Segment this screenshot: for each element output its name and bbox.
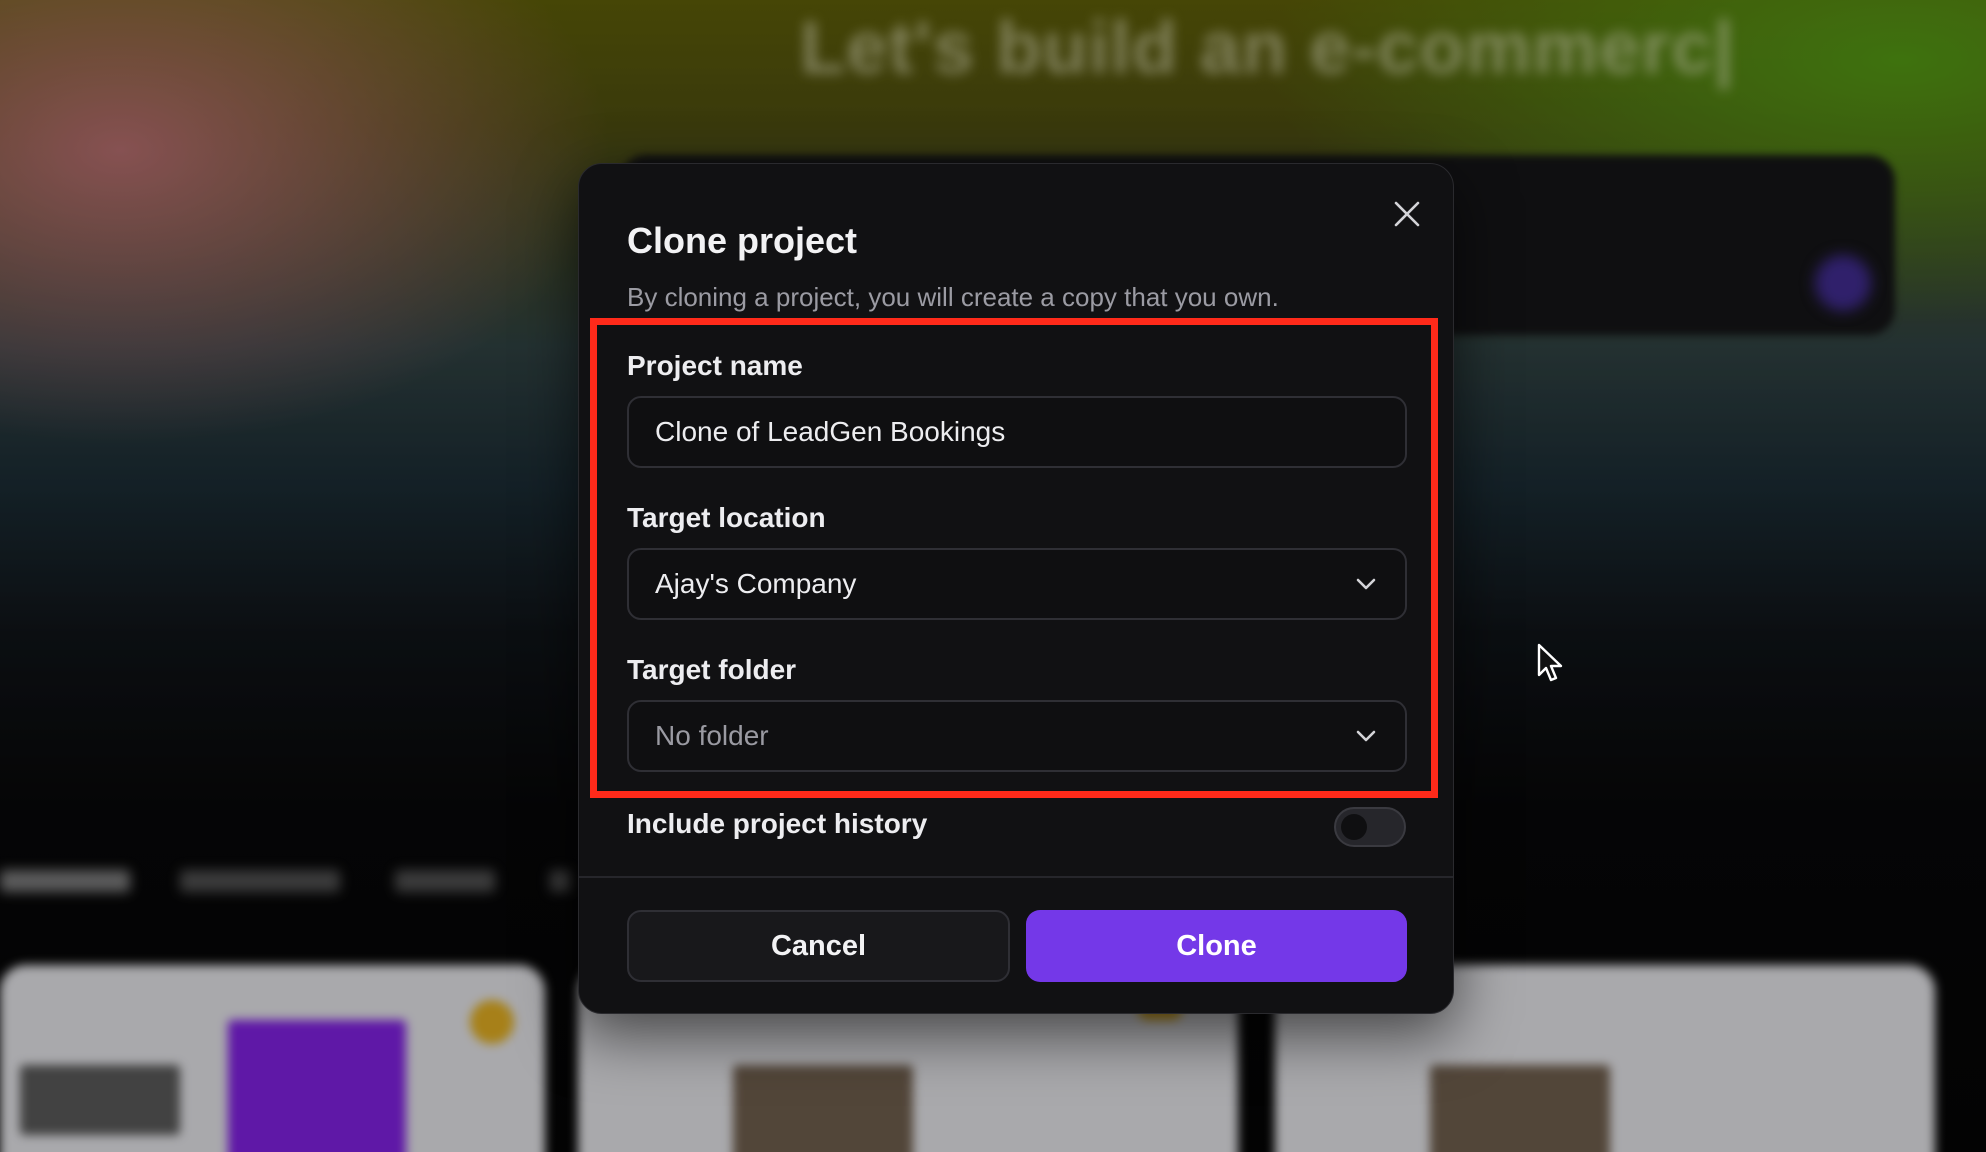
mouse-cursor-icon <box>1537 643 1563 682</box>
target-location-select[interactable]: Ajay's Company <box>627 548 1407 620</box>
include-history-label: Include project history <box>627 808 928 839</box>
clone-button[interactable]: Clone <box>1026 910 1407 982</box>
project-name-input[interactable] <box>655 416 1379 448</box>
project-name-label: Project name <box>627 350 803 381</box>
footer-divider <box>579 876 1453 878</box>
target-folder-label: Target folder <box>627 654 797 685</box>
close-icon <box>1394 201 1420 227</box>
cancel-button[interactable]: Cancel <box>627 910 1010 982</box>
chevron-down-icon <box>1353 571 1379 597</box>
close-button[interactable] <box>1387 194 1427 234</box>
target-folder-value: No folder <box>655 720 769 751</box>
toggle-knob <box>1341 814 1367 840</box>
target-location-value: Ajay's Company <box>655 568 857 599</box>
project-name-field[interactable] <box>627 396 1407 468</box>
include-history-toggle[interactable] <box>1334 807 1406 847</box>
clone-project-dialog: Clone project By cloning a project, you … <box>578 163 1454 1014</box>
dialog-title: Clone project <box>627 220 858 261</box>
target-location-label: Target location <box>627 502 826 533</box>
target-folder-select[interactable]: No folder <box>627 700 1407 772</box>
chevron-down-icon <box>1353 723 1379 749</box>
dialog-subtitle: By cloning a project, you will create a … <box>627 282 1279 312</box>
